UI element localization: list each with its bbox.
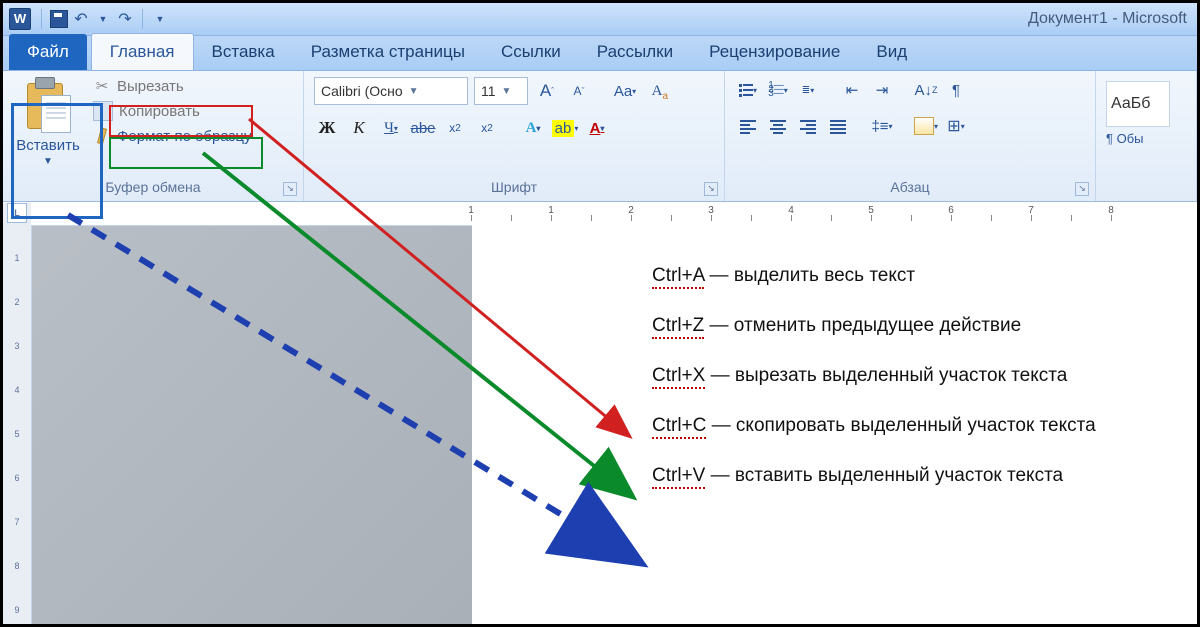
- qat-undo-dropdown[interactable]: ▼: [92, 8, 114, 30]
- title-bar: W ↶ ▼ ↷ ▼ Документ1 - Microsoft: [3, 3, 1197, 36]
- shrink-font-button[interactable]: Aˇ: [566, 78, 592, 104]
- shortcut-line: Ctrl+C — скопировать выделенный участок …: [652, 415, 1167, 437]
- show-marks-button[interactable]: ¶: [943, 77, 969, 103]
- qat-redo-button[interactable]: ↷: [114, 8, 136, 30]
- vertical-ruler[interactable]: L 123456789: [3, 203, 32, 624]
- shortcut-line: Ctrl+Z — отменить предыдущее действие: [652, 315, 1167, 337]
- cut-button[interactable]: ✂ Вырезать: [93, 77, 252, 95]
- shading-button[interactable]: ▾: [913, 113, 939, 139]
- qat-save-button[interactable]: [48, 8, 70, 30]
- scissors-icon: ✂: [93, 77, 111, 95]
- tab-mailings[interactable]: Рассылки: [579, 34, 691, 70]
- paste-icon: [25, 77, 71, 133]
- increase-indent-button[interactable]: ⇥: [869, 77, 895, 103]
- tab-view[interactable]: Вид: [858, 34, 925, 70]
- paragraph-launcher[interactable]: ↘: [1075, 182, 1089, 196]
- font-name-combo[interactable]: Calibri (Осно▼: [314, 77, 468, 105]
- group-styles-label: [1096, 179, 1196, 201]
- ribbon: Вставить ▼ ✂ Вырезать Копировать Формат …: [3, 71, 1197, 202]
- group-clipboard-label: Буфер обмена ↘: [3, 179, 303, 201]
- tab-page-layout[interactable]: Разметка страницы: [293, 34, 483, 70]
- paste-label: Вставить: [16, 137, 80, 154]
- bold-button[interactable]: Ж: [314, 115, 340, 141]
- copy-label: Копировать: [119, 103, 200, 120]
- cut-label: Вырезать: [117, 78, 184, 95]
- clipboard-launcher[interactable]: ↘: [283, 182, 297, 196]
- document-title: Документ1 - Microsoft: [1028, 10, 1191, 28]
- grow-font-button[interactable]: Aˆ: [534, 78, 560, 104]
- borders-button[interactable]: ⊞▾: [943, 113, 969, 139]
- superscript-button[interactable]: x2: [474, 115, 500, 141]
- paste-button[interactable]: Вставить ▼: [11, 77, 85, 167]
- document-area: L 123456789 112345678 Ctrl+A — выделить …: [3, 203, 1197, 624]
- shortcut-line: Ctrl+V — вставить выделенный участок тек…: [652, 465, 1167, 487]
- align-left-button[interactable]: [735, 113, 761, 139]
- style-normal-label: ¶ Обы: [1106, 131, 1144, 146]
- qat-customize-button[interactable]: ▼: [149, 8, 171, 30]
- brush-icon: [93, 127, 111, 145]
- font-color-button[interactable]: A▾: [584, 115, 610, 141]
- tab-insert[interactable]: Вставка: [194, 34, 293, 70]
- tab-home[interactable]: Главная: [91, 33, 194, 70]
- document-page[interactable]: Ctrl+A — выделить весь текст Ctrl+Z — отм…: [472, 225, 1197, 624]
- align-center-button[interactable]: [765, 113, 791, 139]
- ribbon-tabs: Файл Главная Вставка Разметка страницы С…: [3, 36, 1197, 71]
- copy-icon: [93, 101, 113, 121]
- tab-file[interactable]: Файл: [9, 34, 87, 70]
- strikethrough-button[interactable]: abe: [410, 115, 436, 141]
- multilevel-button[interactable]: ≣▾: [795, 77, 821, 103]
- group-font: Calibri (Осно▼ 11▼ Aˆ Aˇ Aa▾ Aa Ж К Ч▾ a…: [304, 71, 725, 201]
- style-normal-tile[interactable]: АаБб: [1106, 81, 1170, 127]
- group-font-label: Шрифт ↘: [304, 179, 724, 201]
- numbering-button[interactable]: 1—2—3—▾: [765, 77, 791, 103]
- shortcut-line: Ctrl+X — вырезать выделенный участок тек…: [652, 365, 1167, 387]
- paste-dropdown-icon[interactable]: ▼: [43, 156, 53, 167]
- tab-selector-icon[interactable]: L: [7, 203, 27, 223]
- copy-button[interactable]: Копировать: [93, 101, 252, 121]
- align-right-button[interactable]: [795, 113, 821, 139]
- italic-button[interactable]: К: [346, 115, 372, 141]
- tab-references[interactable]: Ссылки: [483, 34, 579, 70]
- text-effects-button[interactable]: A▾: [520, 115, 546, 141]
- format-painter-label: Формат по образцу: [117, 128, 252, 145]
- change-case-button[interactable]: Aa▾: [612, 78, 638, 104]
- qat-undo-button[interactable]: ↶: [70, 8, 92, 30]
- tab-review[interactable]: Рецензирование: [691, 34, 858, 70]
- group-paragraph-label: Абзац ↘: [725, 179, 1095, 201]
- group-paragraph: ▾ 1—2—3—▾ ≣▾ ⇤ ⇥ A↓Z ¶ ‡≡▾: [725, 71, 1096, 201]
- justify-button[interactable]: [825, 113, 851, 139]
- margin-area: [32, 203, 472, 624]
- format-painter-button[interactable]: Формат по образцу: [93, 127, 252, 145]
- clear-formatting-button[interactable]: Aa: [644, 78, 670, 104]
- bullets-button[interactable]: ▾: [735, 77, 761, 103]
- horizontal-ruler[interactable]: 112345678: [31, 203, 1197, 226]
- word-app-icon[interactable]: W: [9, 8, 31, 30]
- font-size-combo[interactable]: 11▼: [474, 77, 528, 105]
- line-spacing-button[interactable]: ‡≡▾: [869, 113, 895, 139]
- group-clipboard: Вставить ▼ ✂ Вырезать Копировать Формат …: [3, 71, 304, 201]
- underline-button[interactable]: Ч▾: [378, 115, 404, 141]
- font-launcher[interactable]: ↘: [704, 182, 718, 196]
- decrease-indent-button[interactable]: ⇤: [839, 77, 865, 103]
- subscript-button[interactable]: x2: [442, 115, 468, 141]
- sort-button[interactable]: A↓Z: [913, 77, 939, 103]
- group-styles: АаБб ¶ Обы: [1096, 71, 1197, 201]
- highlight-button[interactable]: ab▾: [552, 115, 578, 141]
- shortcut-line: Ctrl+A — выделить весь текст: [652, 265, 1167, 287]
